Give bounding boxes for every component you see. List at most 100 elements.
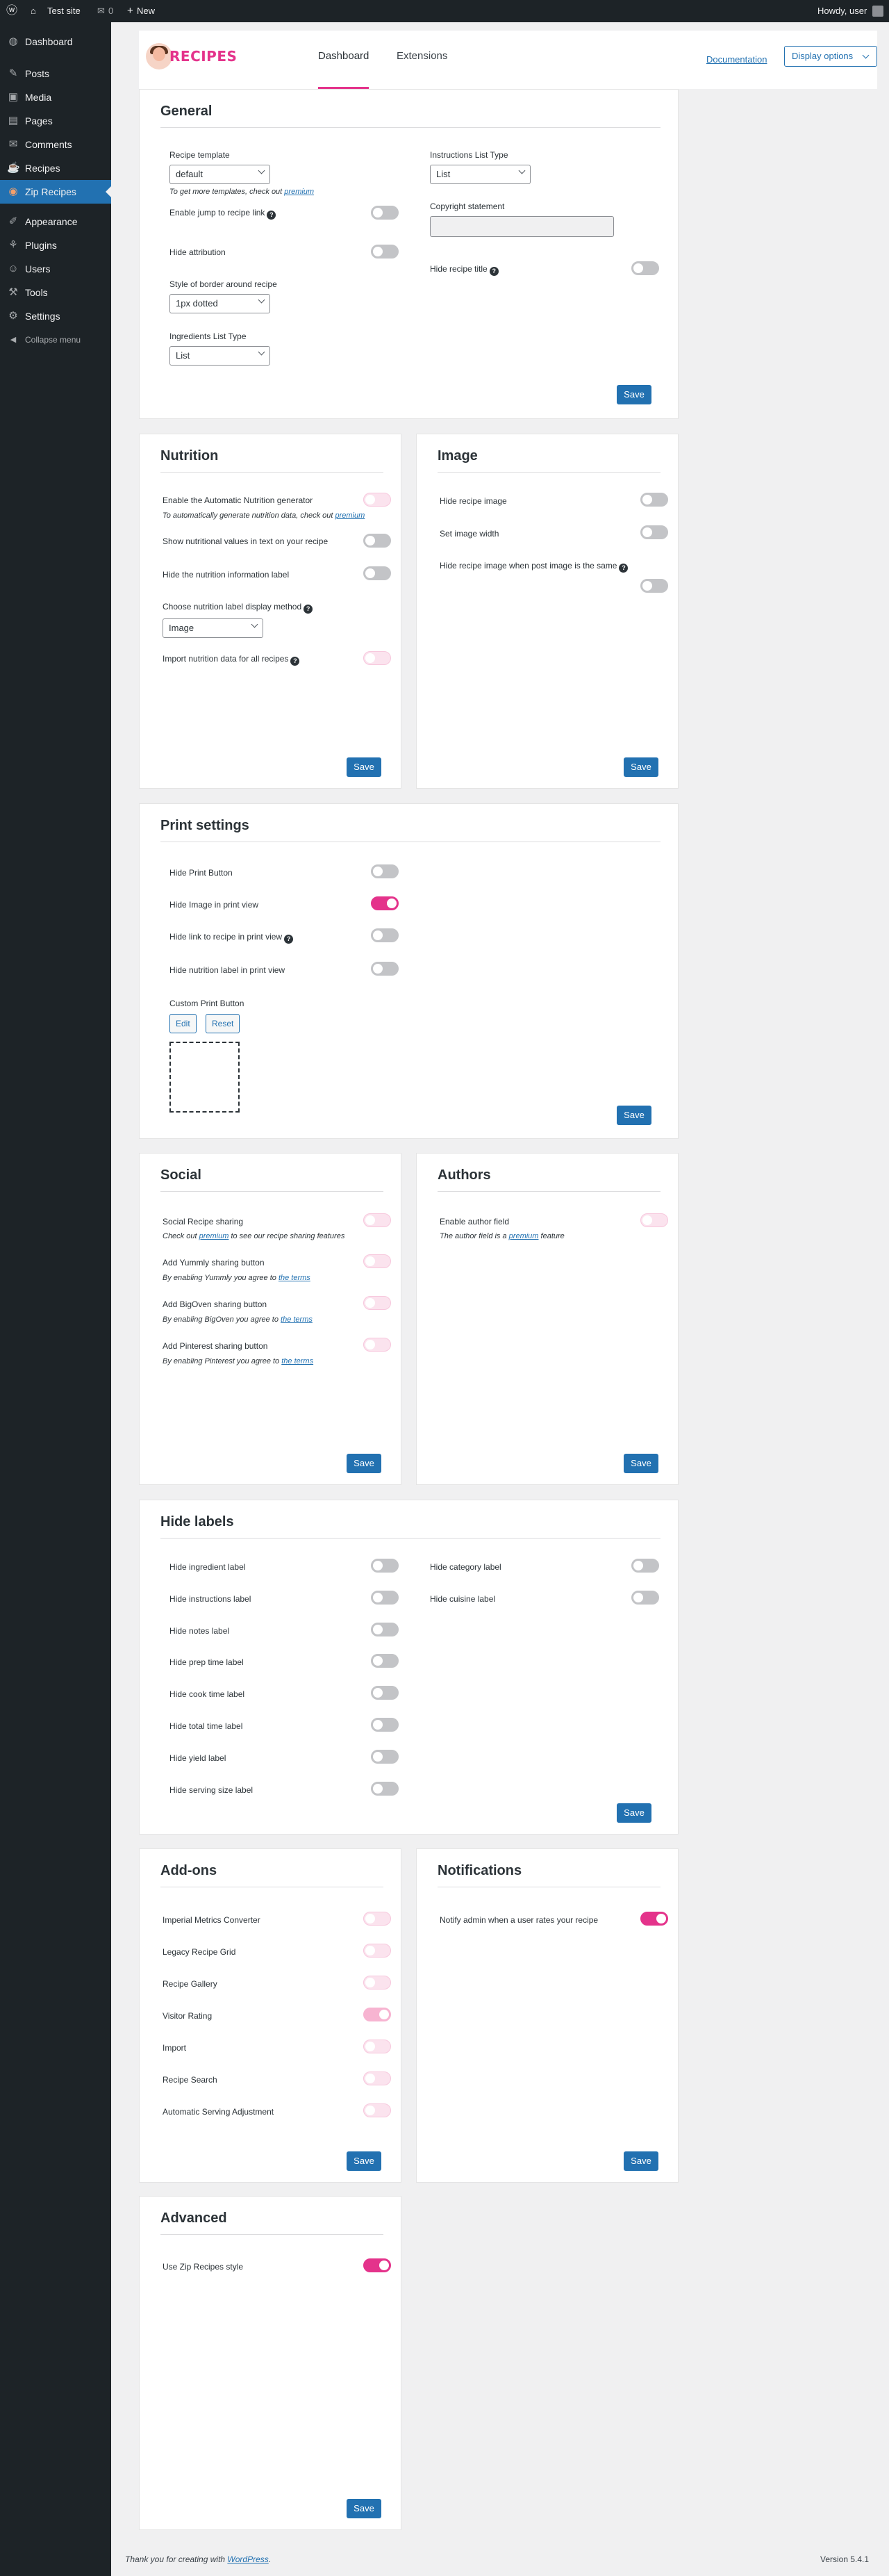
bigoven-toggle[interactable]: [363, 1296, 391, 1310]
hide-total-time-toggle[interactable]: [371, 1718, 399, 1732]
help-icon[interactable]: ?: [304, 605, 313, 614]
help-icon[interactable]: ?: [290, 657, 300, 666]
save-button[interactable]: Save: [624, 757, 658, 777]
notify-admin-toggle[interactable]: [640, 1912, 668, 1926]
tab-extensions[interactable]: Extensions: [397, 46, 447, 89]
menu-dashboard[interactable]: ◍ Dashboard: [0, 30, 111, 54]
menu-users[interactable]: ☺ Users: [0, 257, 111, 281]
collapse-menu-button[interactable]: ◀ Collapse menu: [0, 328, 111, 352]
hide-print-button-toggle[interactable]: [371, 864, 399, 878]
help-icon[interactable]: ?: [284, 935, 294, 944]
premium-link[interactable]: premium: [284, 188, 314, 196]
card-title: Authors: [438, 1167, 491, 1183]
hide-attribution-toggle[interactable]: [371, 245, 399, 259]
save-button[interactable]: Save: [347, 2499, 381, 2518]
wordpress-link[interactable]: WordPress: [227, 2554, 268, 2564]
hide-category-toggle[interactable]: [631, 1559, 659, 1573]
reset-button[interactable]: Reset: [206, 1014, 240, 1033]
hide-cook-time-toggle[interactable]: [371, 1686, 399, 1700]
jump-to-recipe-toggle[interactable]: [371, 206, 399, 220]
hide-nutrition-print-toggle[interactable]: [371, 962, 399, 976]
set-image-width-toggle[interactable]: [640, 525, 668, 539]
save-button[interactable]: Save: [624, 1454, 658, 1473]
terms-link[interactable]: the terms: [281, 1357, 313, 1365]
hide-ingredient-toggle[interactable]: [371, 1559, 399, 1573]
addon-recipe-gallery-toggle[interactable]: [363, 1976, 391, 1990]
addon-visitor-rating-toggle[interactable]: [363, 2008, 391, 2021]
menu-tools[interactable]: ⚒ Tools: [0, 281, 111, 304]
menu-comments[interactable]: ✉ Comments: [0, 133, 111, 156]
documentation-link[interactable]: Documentation: [706, 54, 767, 65]
terms-link[interactable]: the terms: [279, 1274, 310, 1282]
yummly-toggle[interactable]: [363, 1254, 391, 1268]
custom-print-button-preview[interactable]: [169, 1042, 240, 1113]
avatar[interactable]: [872, 6, 883, 17]
addon-legacy-grid-toggle[interactable]: [363, 1944, 391, 1958]
hide-image-print-toggle[interactable]: [371, 896, 399, 910]
addon-recipe-search-toggle[interactable]: [363, 2072, 391, 2085]
zip-recipes-logo[interactable]: RECIPES: [146, 42, 237, 74]
save-button[interactable]: Save: [347, 2151, 381, 2171]
help-icon[interactable]: ?: [489, 267, 499, 276]
save-button[interactable]: Save: [617, 1803, 651, 1823]
premium-link[interactable]: premium: [335, 511, 365, 520]
hide-image-when-post-toggle[interactable]: [640, 579, 668, 593]
edit-button[interactable]: Edit: [169, 1014, 197, 1033]
pinterest-toggle[interactable]: [363, 1338, 391, 1352]
hide-cuisine-toggle[interactable]: [631, 1591, 659, 1605]
menu-zip-recipes[interactable]: ◉ Zip Recipes: [0, 180, 111, 204]
addon-imperial-metrics-toggle[interactable]: [363, 1912, 391, 1926]
nutrition-display-method-select[interactable]: Image: [163, 618, 263, 638]
hide-instructions-toggle[interactable]: [371, 1591, 399, 1605]
hide-nutrition-info-toggle[interactable]: [363, 566, 391, 580]
recipe-template-select[interactable]: default: [169, 165, 270, 184]
border-style-select[interactable]: 1px dotted: [169, 294, 270, 313]
instructions-list-type-select[interactable]: List: [430, 165, 531, 184]
hide-link-print-toggle[interactable]: [371, 928, 399, 942]
menu-appearance[interactable]: ✐ Appearance: [0, 210, 111, 233]
site-name-link[interactable]: Test site: [47, 0, 81, 22]
new-content-link[interactable]: New: [137, 0, 155, 22]
save-button[interactable]: Save: [624, 2151, 658, 2171]
tab-dashboard[interactable]: Dashboard: [318, 46, 369, 89]
hide-serving-size-toggle[interactable]: [371, 1782, 399, 1796]
addon-import-toggle[interactable]: [363, 2040, 391, 2053]
howdy-user[interactable]: Howdy, user: [817, 0, 867, 22]
menu-media[interactable]: ▣ Media: [0, 85, 111, 109]
menu-pages[interactable]: ▤ Pages: [0, 109, 111, 133]
menu-plugins[interactable]: ⚘ Plugins: [0, 233, 111, 257]
save-button[interactable]: Save: [347, 757, 381, 777]
help-icon[interactable]: ?: [619, 564, 629, 573]
save-button[interactable]: Save: [617, 1106, 651, 1125]
menu-label: Media: [25, 92, 52, 103]
menu-posts[interactable]: ✎ Posts: [0, 62, 111, 85]
help-icon[interactable]: ?: [267, 211, 276, 220]
display-options-button[interactable]: Display options: [784, 46, 877, 67]
ingredients-list-type-select[interactable]: List: [169, 346, 270, 366]
social-sharing-toggle[interactable]: [363, 1213, 391, 1227]
comments-icon[interactable]: ✉: [97, 0, 105, 22]
hide-yield-toggle[interactable]: [371, 1750, 399, 1764]
show-nutrition-text-toggle[interactable]: [363, 534, 391, 548]
save-button[interactable]: Save: [347, 1454, 381, 1473]
premium-link[interactable]: premium: [199, 1232, 229, 1240]
wordpress-logo-icon[interactable]: ⓦ: [6, 0, 17, 22]
menu-recipes[interactable]: ☕ Recipes: [0, 156, 111, 180]
hide-prep-time-toggle[interactable]: [371, 1654, 399, 1668]
hide-notes-toggle[interactable]: [371, 1623, 399, 1636]
admin-bar: ⓦ ⌂ Test site ✉ 0 + New Howdy, user: [0, 0, 889, 22]
hide-recipe-image-toggle[interactable]: [640, 493, 668, 507]
premium-link[interactable]: premium: [509, 1232, 539, 1240]
hide-image-when-post-label: Hide recipe image when post image is the…: [440, 560, 629, 573]
display-options-label: Display options: [792, 51, 854, 61]
import-nutrition-toggle[interactable]: [363, 651, 391, 665]
auto-nutrition-toggle[interactable]: [363, 493, 391, 507]
hide-recipe-title-toggle[interactable]: [631, 261, 659, 275]
terms-link[interactable]: the terms: [281, 1315, 313, 1324]
menu-settings[interactable]: ⚙ Settings: [0, 304, 111, 328]
use-zip-style-toggle[interactable]: [363, 2258, 391, 2272]
save-button[interactable]: Save: [617, 385, 651, 404]
author-field-toggle[interactable]: [640, 1213, 668, 1227]
copyright-input[interactable]: [430, 216, 614, 237]
addon-serving-adjustment-toggle[interactable]: [363, 2103, 391, 2117]
